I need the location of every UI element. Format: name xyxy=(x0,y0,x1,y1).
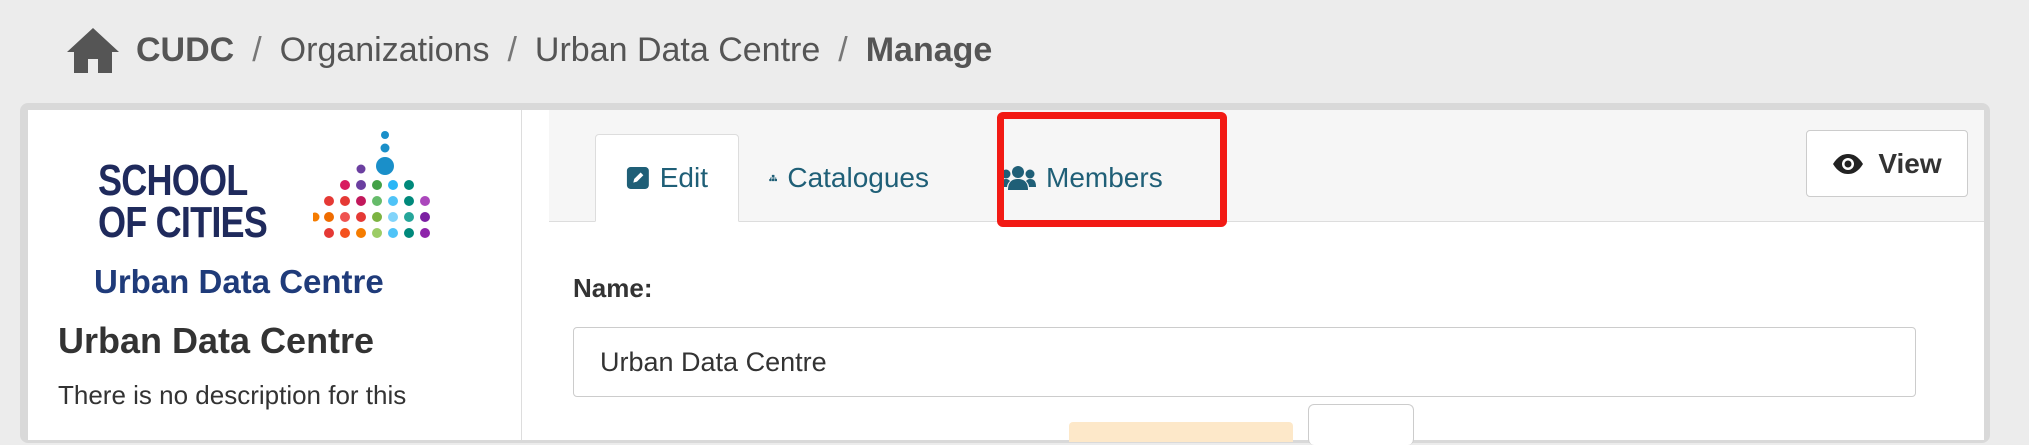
tab-edit[interactable]: Edit xyxy=(595,134,739,222)
view-button-label: View xyxy=(1878,147,1942,179)
home-icon[interactable] xyxy=(64,25,122,75)
organization-logo[interactable]: SCHOOL OF CITIES Urban Data Centre xyxy=(94,130,438,310)
view-button[interactable]: View xyxy=(1806,130,1968,197)
eye-icon xyxy=(1833,153,1864,174)
url-hint xyxy=(1069,422,1293,442)
edit-icon xyxy=(626,167,649,189)
breadcrumb-separator: / xyxy=(507,30,517,69)
organization-title: Urban Data Centre xyxy=(58,320,375,361)
main-content: Edit Catalogues Members View Name: Urban… xyxy=(521,110,1984,445)
name-field[interactable] xyxy=(573,327,1916,397)
content-panel: SCHOOL OF CITIES Urban Data Centre Urban… xyxy=(28,110,1984,445)
tab-catalogues[interactable]: Catalogues xyxy=(739,134,959,221)
sidebar: SCHOOL OF CITIES Urban Data Centre Urban… xyxy=(28,110,522,440)
logo-dots-graphic xyxy=(313,131,430,238)
logo-text-line3: Urban Data Centre xyxy=(94,263,384,300)
breadcrumb-current: Manage xyxy=(865,30,993,69)
tab-bar: Edit Catalogues Members View xyxy=(549,110,1984,222)
tab-catalogues-label: Catalogues xyxy=(787,161,929,193)
name-field-label: Name: xyxy=(573,273,653,303)
breadcrumb-separator: / xyxy=(252,30,262,69)
breadcrumb-link-organization[interactable]: Urban Data Centre xyxy=(535,31,820,70)
tab-edit-label: Edit xyxy=(659,162,708,193)
edit-url-button[interactable] xyxy=(1308,404,1414,445)
organization-description: There is no description for this xyxy=(58,380,407,410)
breadcrumb-link-organizations[interactable]: Organizations xyxy=(280,31,490,70)
breadcrumb: CUDC / Organizations / Urban Data Centre… xyxy=(64,18,992,82)
breadcrumb-link-cudc[interactable]: CUDC xyxy=(136,31,234,70)
breadcrumb-separator: / xyxy=(838,30,848,69)
logo-text-line2: OF CITIES xyxy=(98,198,268,247)
members-tab-highlight xyxy=(997,112,1227,227)
sitemap-icon xyxy=(769,174,778,181)
